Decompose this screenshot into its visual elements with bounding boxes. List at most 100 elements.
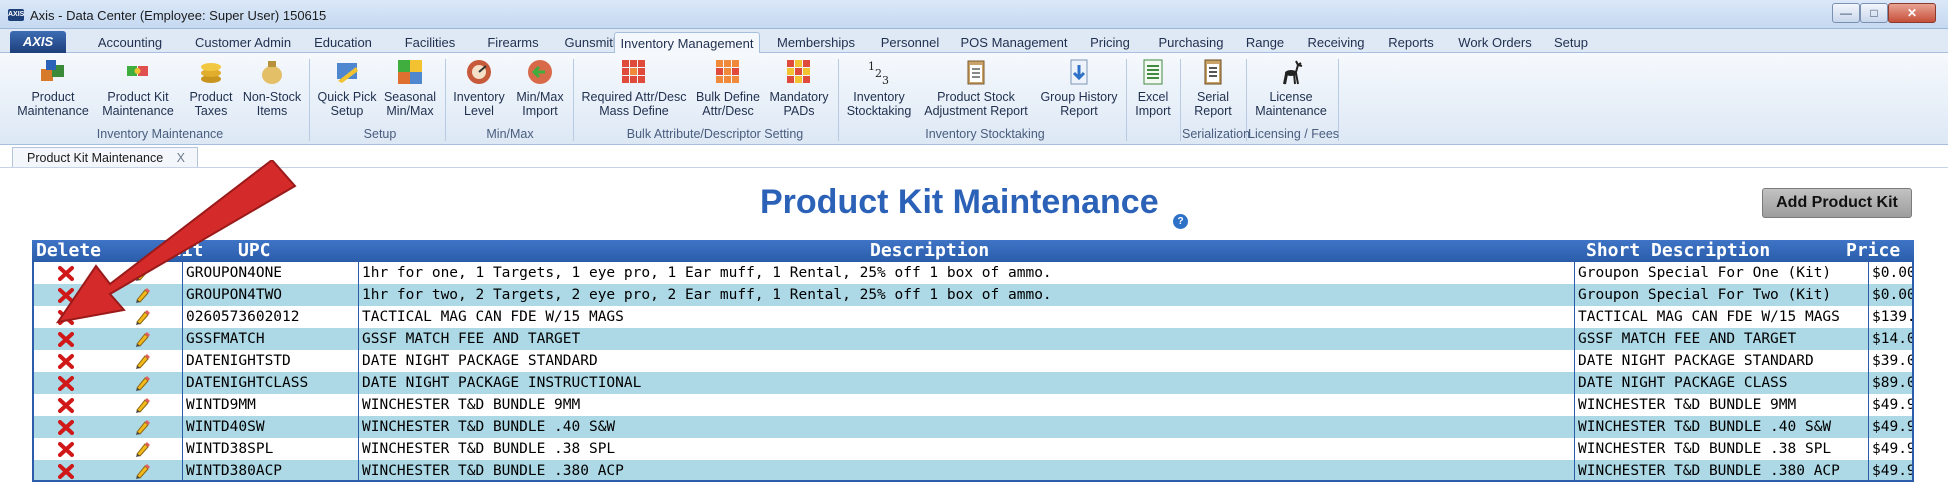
upc-cell: DATENIGHTCLASS bbox=[186, 375, 309, 391]
puzzle-kit-icon bbox=[127, 66, 148, 76]
column-divider bbox=[1868, 350, 1869, 372]
tab-pos-management[interactable]: POS Management bbox=[956, 32, 1072, 53]
edit-pencil-icon[interactable] bbox=[134, 375, 150, 391]
edit-pencil-icon[interactable] bbox=[134, 463, 150, 479]
axis-menu-button[interactable]: AXIS bbox=[10, 31, 66, 53]
delete-icon[interactable] bbox=[58, 310, 74, 325]
product-maintenance-button[interactable]: Product Maintenance bbox=[14, 57, 92, 118]
short-description-cell: GSSF MATCH FEE AND TARGET bbox=[1578, 331, 1797, 347]
edit-pencil-icon[interactable] bbox=[134, 419, 150, 435]
svg-text:2: 2 bbox=[875, 67, 882, 80]
seasonal-min-max-button[interactable]: Seasonal Min/Max bbox=[380, 57, 440, 118]
delete-icon[interactable] bbox=[58, 354, 74, 369]
tab-education[interactable]: Education bbox=[303, 32, 383, 53]
ribbon-label: Maintenance bbox=[1255, 104, 1327, 118]
tab-inventory-management[interactable]: Inventory Management bbox=[614, 32, 760, 53]
tab-pricing[interactable]: Pricing bbox=[1080, 32, 1140, 53]
inventory-level-button[interactable]: Inventory Level bbox=[448, 57, 510, 118]
ribbon-label: Adjustment Report bbox=[924, 104, 1028, 118]
column-divider bbox=[1868, 438, 1869, 460]
upc-cell: WINTD38SPL bbox=[186, 441, 274, 457]
maximize-button[interactable]: □ bbox=[1860, 3, 1888, 23]
mandatory-pads-button[interactable]: Mandatory PADs bbox=[766, 57, 832, 118]
description-cell: DATE NIGHT PACKAGE INSTRUCTIONAL bbox=[362, 375, 642, 391]
edit-pencil-icon[interactable] bbox=[134, 287, 150, 303]
group-label-inventory-stocktaking: Inventory Stocktaking bbox=[925, 127, 1045, 141]
group-separator bbox=[838, 59, 839, 141]
delete-icon[interactable] bbox=[58, 332, 74, 347]
ribbon-label: Mass Define bbox=[599, 104, 669, 118]
header-upc: UPC bbox=[238, 240, 271, 261]
ribbon-label: Stocktaking bbox=[846, 104, 912, 118]
tab-facilities[interactable]: Facilities bbox=[390, 32, 470, 53]
coin-bag-icon bbox=[262, 61, 282, 84]
price-cell: $14.01 bbox=[1872, 331, 1914, 347]
price-cell: $139.99 bbox=[1872, 309, 1914, 325]
quick-pick-setup-button[interactable]: Quick Pick Setup bbox=[314, 57, 380, 118]
close-tab-icon[interactable]: X bbox=[177, 148, 185, 168]
inventory-stocktaking-button[interactable]: 123 Inventory Stocktaking bbox=[842, 57, 916, 118]
product-taxes-button[interactable]: Product Taxes bbox=[182, 57, 240, 118]
edit-pencil-icon[interactable] bbox=[134, 397, 150, 413]
table-row: DATENIGHTCLASS DATE NIGHT PACKAGE INSTRUC… bbox=[32, 372, 1914, 394]
tab-accounting[interactable]: Accounting bbox=[80, 32, 180, 53]
delete-icon[interactable] bbox=[58, 420, 74, 435]
tab-work-orders[interactable]: Work Orders bbox=[1450, 32, 1540, 53]
edit-pencil-icon[interactable] bbox=[134, 265, 150, 281]
tab-memberships[interactable]: Memberships bbox=[768, 32, 864, 53]
add-product-kit-button[interactable]: Add Product Kit bbox=[1762, 188, 1912, 218]
min-max-import-button[interactable]: Min/Max Import bbox=[512, 57, 568, 118]
tab-purchasing[interactable]: Purchasing bbox=[1148, 32, 1234, 53]
tab-personnel[interactable]: Personnel bbox=[872, 32, 948, 53]
edit-pencil-icon[interactable] bbox=[134, 331, 150, 347]
header-short-description: Short Description bbox=[1586, 240, 1771, 261]
price-cell: $0.00 bbox=[1872, 265, 1914, 281]
ribbon-label: Seasonal bbox=[383, 90, 437, 104]
doc-tab-label: Product Kit Maintenance bbox=[27, 151, 164, 165]
excel-import-button[interactable]: Excel Import bbox=[1130, 57, 1176, 118]
tab-receiving[interactable]: Receiving bbox=[1296, 32, 1376, 53]
bulk-define-attr-button[interactable]: Bulk Define Attr/Desc bbox=[692, 57, 764, 118]
delete-icon[interactable] bbox=[58, 288, 74, 303]
numbers-icon: 123 bbox=[868, 60, 889, 87]
required-attr-mass-define-button[interactable]: Required Attr/Desc Mass Define bbox=[578, 57, 690, 118]
help-icon[interactable]: ? bbox=[1173, 214, 1188, 229]
short-description-cell: TACTICAL MAG CAN FDE W/15 MAGS bbox=[1578, 309, 1840, 325]
close-window-button[interactable]: ✕ bbox=[1888, 3, 1936, 23]
description-cell: GSSF MATCH FEE AND TARGET bbox=[362, 331, 581, 347]
edit-pencil-icon[interactable] bbox=[134, 309, 150, 325]
delete-icon[interactable] bbox=[58, 442, 74, 457]
table-body: GROUPON4ONE 1hr for one, 1 Targets, 1 eye… bbox=[32, 262, 1914, 482]
product-kit-maintenance-button[interactable]: Product Kit Maintenance bbox=[98, 57, 178, 118]
tab-firearms[interactable]: Firearms bbox=[478, 32, 548, 53]
serial-report-button[interactable]: Serial Report bbox=[1184, 57, 1242, 118]
short-description-cell: DATE NIGHT PACKAGE STANDARD bbox=[1578, 353, 1814, 369]
edit-pencil-icon[interactable] bbox=[134, 353, 150, 369]
tab-reports[interactable]: Reports bbox=[1380, 32, 1442, 53]
delete-icon[interactable] bbox=[58, 266, 74, 281]
column-divider bbox=[1868, 460, 1869, 482]
group-separator bbox=[1126, 59, 1127, 141]
tab-range[interactable]: Range bbox=[1240, 32, 1290, 53]
title-bar: AXIS Axis - Data Center (Employee: Super… bbox=[0, 0, 1948, 29]
group-history-report-button[interactable]: Group History Report bbox=[1036, 57, 1122, 118]
edit-pencil-icon[interactable] bbox=[134, 441, 150, 457]
app-logo-icon: AXIS bbox=[8, 9, 24, 21]
short-description-cell: Groupon Special For One (Kit) bbox=[1578, 265, 1832, 281]
divider bbox=[0, 167, 1948, 168]
tab-setup[interactable]: Setup bbox=[1546, 32, 1596, 53]
non-stock-items-button[interactable]: Non-Stock Items bbox=[240, 57, 304, 118]
delete-icon[interactable] bbox=[58, 464, 74, 479]
ribbon-label: Required Attr/Desc bbox=[581, 90, 687, 104]
minimize-button[interactable]: — bbox=[1832, 3, 1860, 23]
download-doc-icon bbox=[1070, 59, 1088, 85]
tab-customer-admin[interactable]: Customer Admin bbox=[188, 32, 298, 53]
grid-orange-icon bbox=[716, 60, 739, 83]
table-row: GROUPON4ONE 1hr for one, 1 Targets, 1 eye… bbox=[32, 262, 1914, 284]
license-maintenance-button[interactable]: License Maintenance bbox=[1250, 57, 1332, 118]
ribbon-tab-bar: AXIS Accounting Customer Admin Education… bbox=[0, 29, 1948, 53]
delete-icon[interactable] bbox=[58, 376, 74, 391]
delete-icon[interactable] bbox=[58, 398, 74, 413]
product-stock-adjustment-report-button[interactable]: Product Stock Adjustment Report bbox=[918, 57, 1034, 118]
tab-product-kit-maintenance[interactable]: Product Kit Maintenance X bbox=[12, 147, 198, 168]
